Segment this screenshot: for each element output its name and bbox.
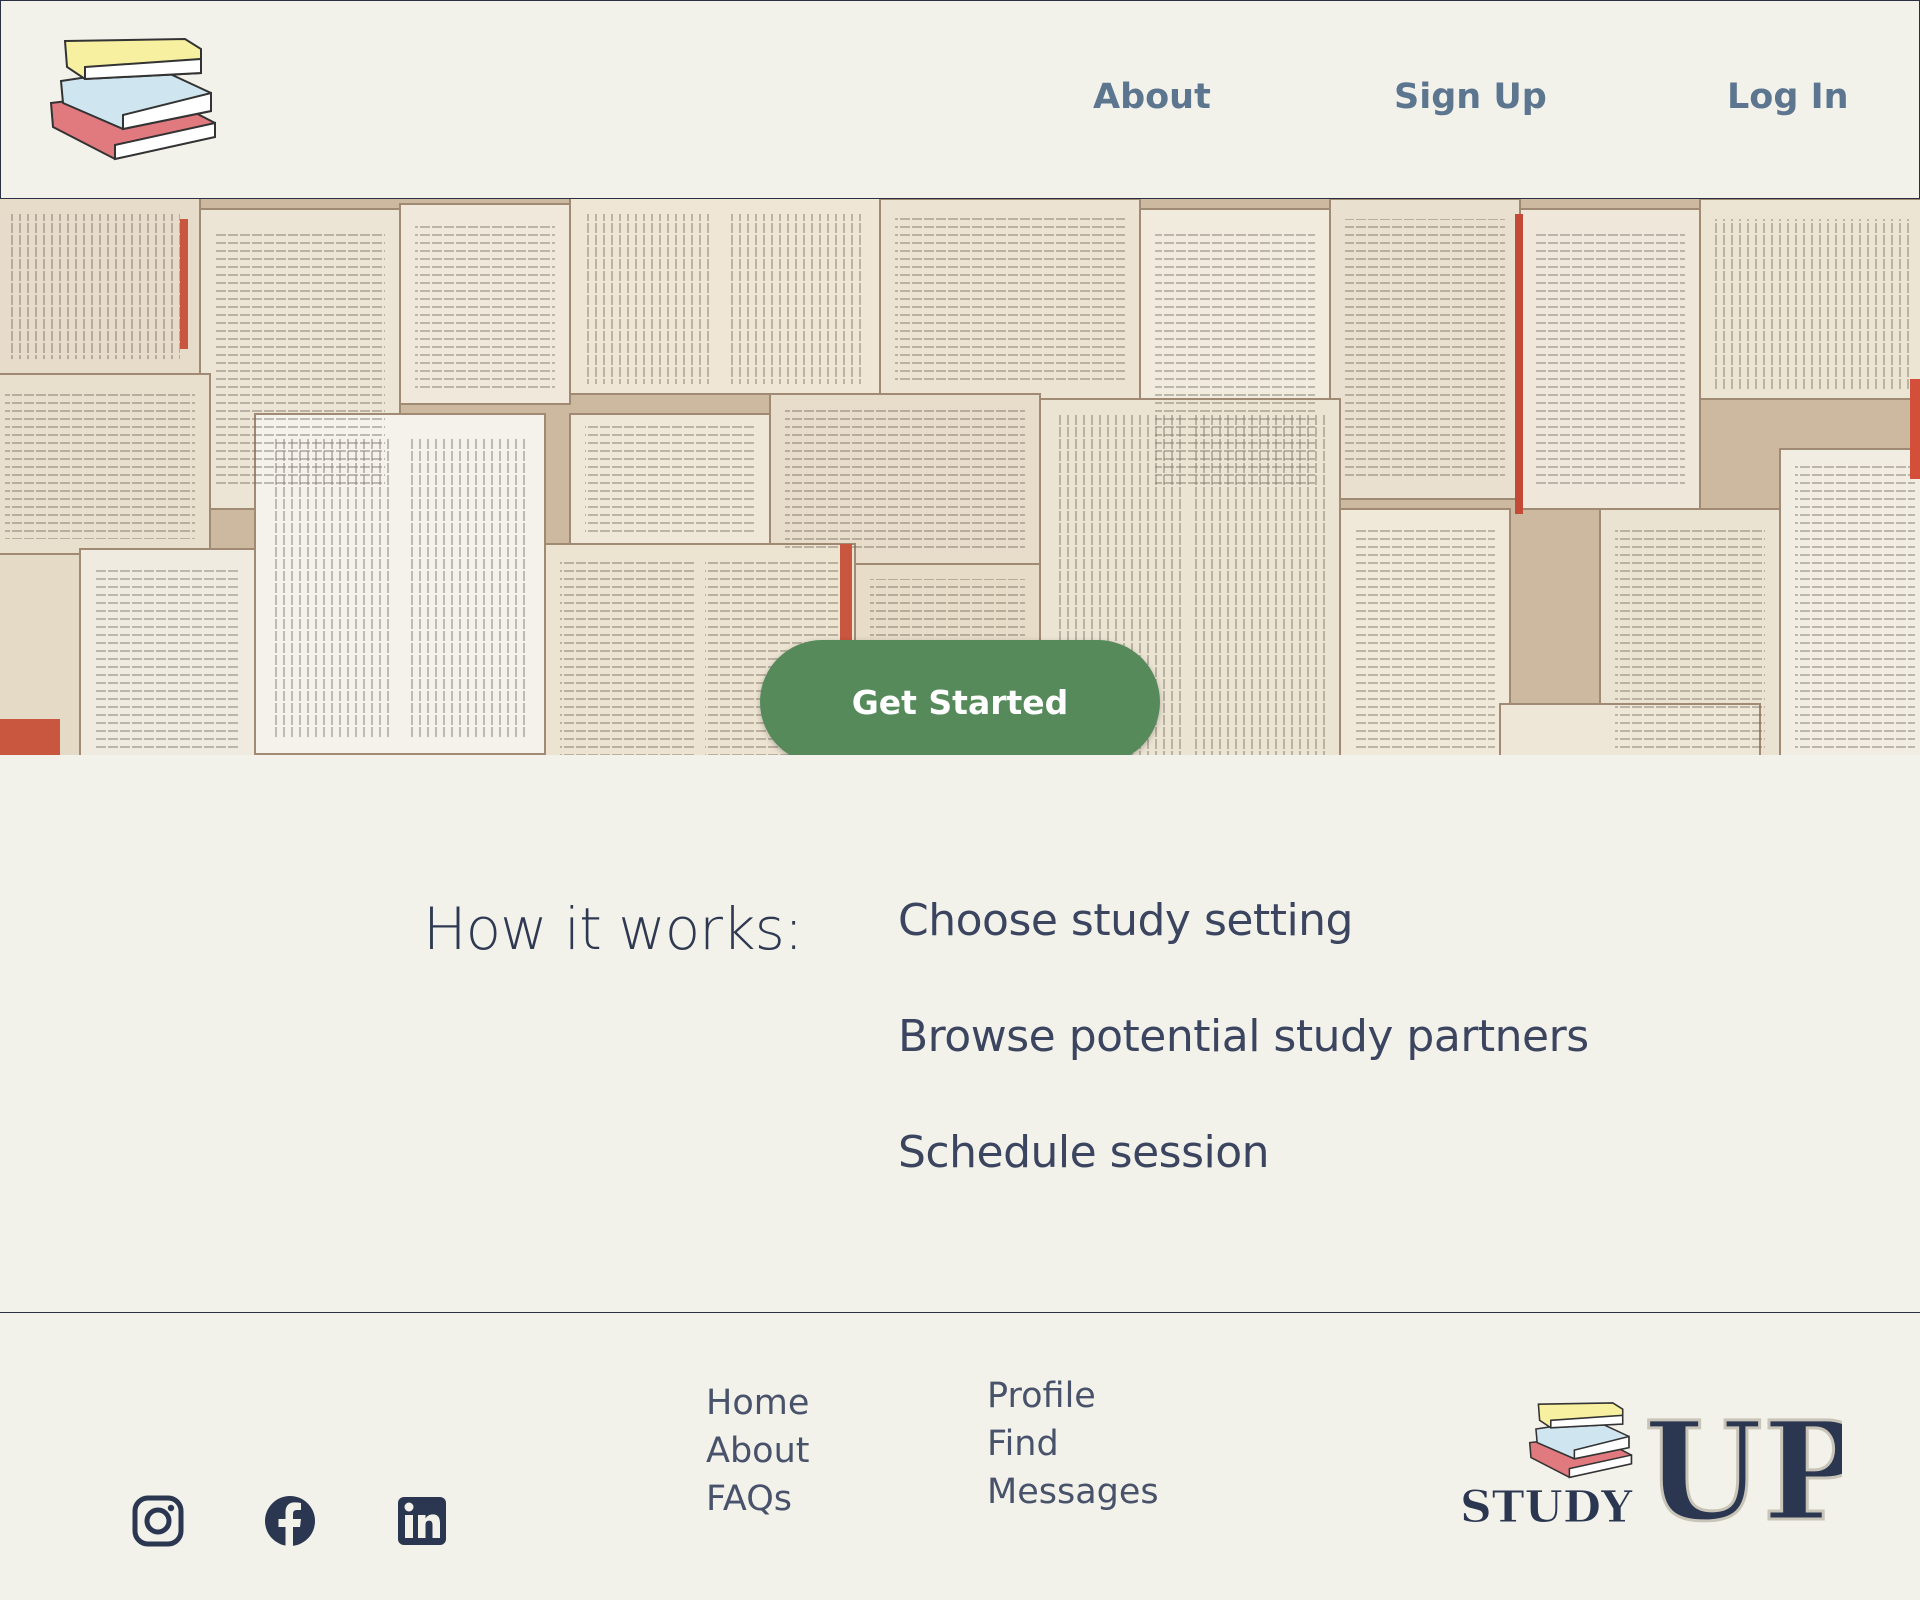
footer-link-faqs[interactable]: FAQs: [706, 1479, 792, 1519]
footer-link-find[interactable]: Find: [987, 1424, 1059, 1464]
nav-about-link[interactable]: About: [1093, 77, 1211, 117]
brand-big-text: UP: [1644, 1392, 1842, 1536]
footer-link-about[interactable]: About: [706, 1431, 809, 1471]
instagram-icon[interactable]: [132, 1495, 184, 1547]
site-header: About Sign Up Log In: [0, 0, 1920, 199]
nav-login-link[interactable]: Log In: [1727, 77, 1849, 117]
step-item: Schedule session: [898, 1127, 1270, 1178]
footer-link-profile[interactable]: Profile: [987, 1376, 1096, 1416]
books-logo-icon[interactable]: [45, 31, 217, 169]
footer-divider: [0, 1312, 1920, 1313]
brand-small-text: STUDY: [1460, 1482, 1633, 1533]
hero-banner: Get Started: [0, 199, 1920, 755]
nav-signup-link[interactable]: Sign Up: [1394, 77, 1547, 117]
get-started-button[interactable]: Get Started: [760, 640, 1160, 755]
footer-link-home[interactable]: Home: [706, 1383, 809, 1423]
step-item: Browse potential study partners: [898, 1011, 1589, 1062]
facebook-icon[interactable]: [264, 1495, 316, 1547]
step-item: Choose study setting: [898, 895, 1354, 946]
studyup-brand-logo[interactable]: STUDY UP: [1452, 1386, 1843, 1537]
how-it-works-heading: How it works:: [423, 895, 803, 963]
footer-link-messages[interactable]: Messages: [987, 1472, 1159, 1512]
linkedin-icon[interactable]: [396, 1495, 448, 1547]
